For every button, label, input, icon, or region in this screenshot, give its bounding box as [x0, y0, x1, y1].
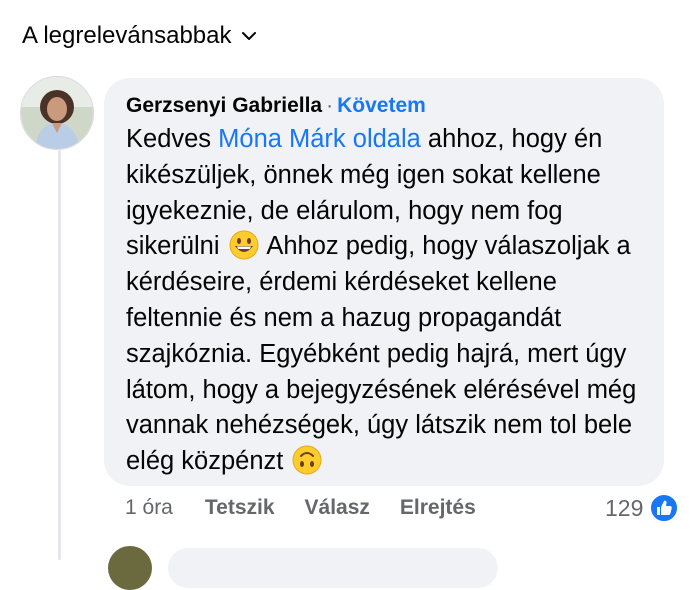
comment-header: Gerzsenyi Gabriella · Követem	[126, 92, 642, 120]
hide-button[interactable]: Elrejtés	[400, 496, 476, 520]
comment-timestamp[interactable]: 1 óra	[125, 496, 173, 520]
separator-dot: ·	[326, 94, 334, 117]
comment-text-part: Kedves	[126, 125, 219, 153]
grinning-face-emoji	[229, 230, 259, 260]
sort-dropdown[interactable]: A legrelevánsabbak	[22, 22, 257, 50]
thread-line	[58, 150, 61, 560]
profile-photo	[21, 77, 93, 149]
follow-button[interactable]: Követem	[337, 94, 426, 117]
comment-actions: 1 óra Tetszik Válasz Elrejtés	[125, 496, 506, 520]
comment-text-part: Ahhoz pedig, hogy válaszoljak a kérdései…	[126, 232, 637, 476]
like-icon	[649, 493, 680, 523]
next-comment-avatar[interactable]	[108, 546, 152, 590]
comment-text: Kedves Móna Márk oldala ahhoz, hogy én k…	[126, 122, 642, 480]
reply-button[interactable]: Válasz	[305, 496, 370, 520]
reaction-count: 129	[605, 494, 644, 521]
upside-down-face-emoji	[292, 445, 322, 475]
mention-link[interactable]: Móna Márk oldala	[218, 125, 421, 153]
reaction-summary[interactable]: 129	[605, 493, 680, 523]
author-name[interactable]: Gerzsenyi Gabriella	[126, 94, 322, 117]
like-button[interactable]: Tetszik	[205, 496, 275, 520]
chevron-down-icon	[242, 32, 257, 40]
avatar[interactable]	[20, 76, 94, 150]
sort-label: A legrelevánsabbak	[22, 22, 232, 49]
comment-bubble: Gerzsenyi Gabriella · Követem Kedves Móna …	[104, 78, 664, 486]
next-comment-bubble	[168, 548, 498, 588]
